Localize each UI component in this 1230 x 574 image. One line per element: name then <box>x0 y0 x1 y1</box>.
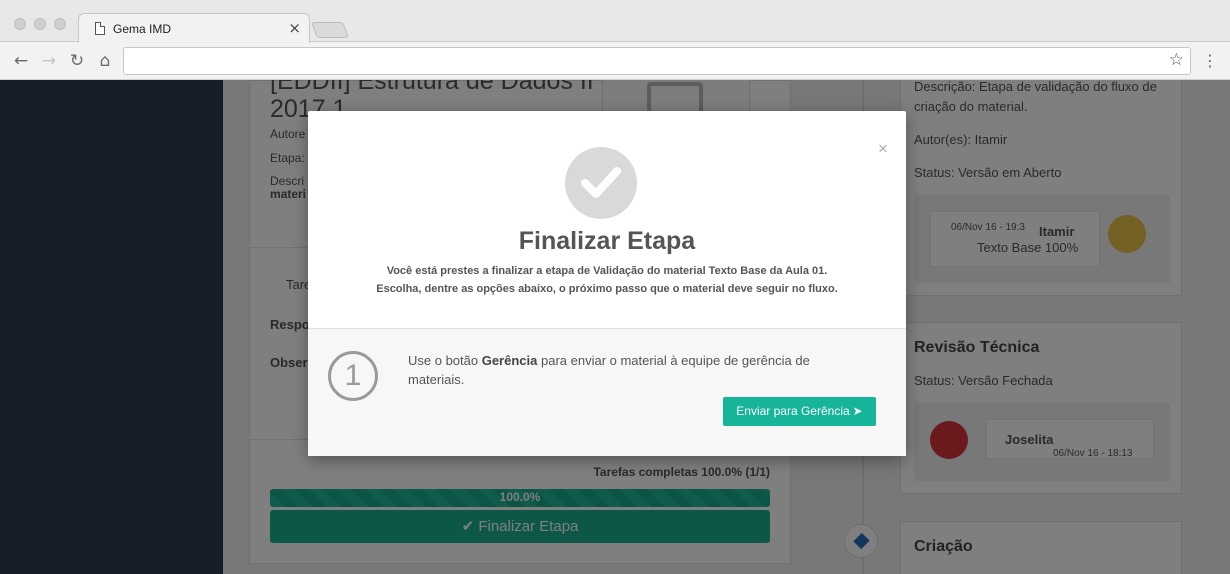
modal-description-line2: Escolha, dentre as opções abaixo, o próx… <box>376 283 838 295</box>
paper-plane-icon: ➤ <box>852 404 863 418</box>
tab-bar: Gema IMD × <box>0 0 1230 43</box>
menu-icon[interactable]: ⋮ <box>1202 50 1218 72</box>
forward-icon[interactable]: → <box>38 50 60 72</box>
star-icon[interactable]: ☆ <box>1169 50 1184 70</box>
reload-icon[interactable]: ↻ <box>66 50 88 72</box>
send-to-management-label: Enviar para Gerência <box>736 404 850 418</box>
new-tab-button[interactable] <box>311 22 349 38</box>
minimize-window-button[interactable] <box>34 18 46 30</box>
browser-chrome: Gema IMD × ← → ↻ ⌂ ☆ ⋮ <box>0 0 1230 80</box>
finalize-stage-modal: × Finalizar Etapa Você está prestes a fi… <box>308 111 906 456</box>
step-text-before: Use o botão <box>408 353 482 368</box>
browser-tab[interactable]: Gema IMD × <box>78 13 310 43</box>
address-bar[interactable]: ☆ <box>123 47 1191 75</box>
tab-close-icon[interactable]: × <box>288 19 301 37</box>
tab-title: Gema IMD <box>113 22 172 36</box>
home-icon[interactable]: ⌂ <box>94 50 116 72</box>
close-window-button[interactable] <box>14 18 26 30</box>
maximize-window-button[interactable] <box>54 18 66 30</box>
modal-title: Finalizar Etapa <box>518 227 696 255</box>
step-text-bold: Gerência <box>481 353 538 368</box>
close-icon[interactable]: × <box>878 139 888 159</box>
step-text: Use o botão Gerência para enviar o mater… <box>408 351 848 389</box>
step-number: 1 <box>328 351 378 401</box>
navigation-bar: ← → ↻ ⌂ ☆ ⋮ <box>0 43 1230 80</box>
back-icon[interactable]: ← <box>10 50 32 72</box>
send-to-management-button[interactable]: Enviar para Gerência ➤ <box>723 397 876 426</box>
modal-step: 1 Use o botão Gerência para enviar o mat… <box>308 329 906 456</box>
modal-description-line1: Você está prestes a finalizar a etapa de… <box>386 265 828 277</box>
check-icon <box>565 147 637 219</box>
file-icon <box>95 22 105 35</box>
